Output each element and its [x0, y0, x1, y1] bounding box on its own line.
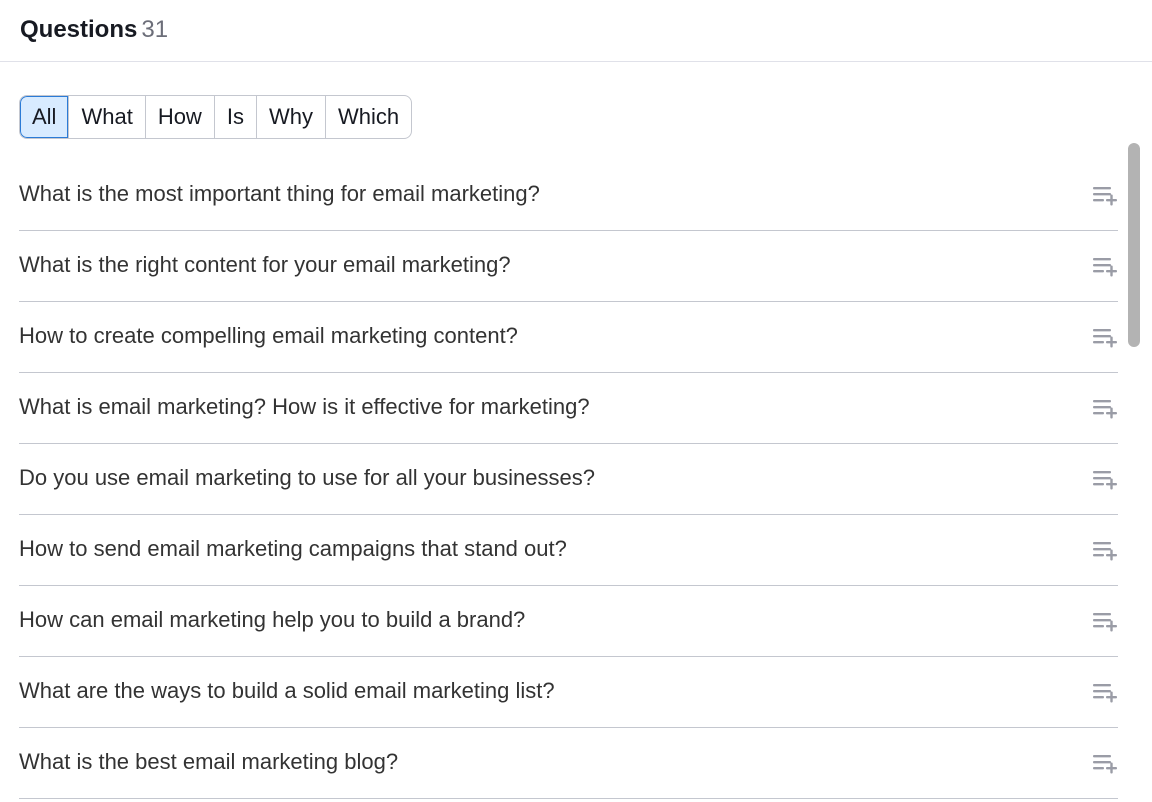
add-to-list-icon[interactable] [1092, 752, 1118, 774]
question-row: What is the right content for your email… [19, 231, 1118, 302]
tab-why[interactable]: Why [255, 96, 325, 138]
add-to-list-icon[interactable] [1092, 681, 1118, 703]
question-text: How can email marketing help you to buil… [19, 607, 526, 632]
add-to-list-icon[interactable] [1092, 326, 1118, 348]
question-row: What is the most important thing for ema… [19, 160, 1118, 231]
question-row: How to send email marketing campaigns th… [19, 515, 1118, 586]
question-row: Do you use email marketing to use for al… [19, 444, 1118, 515]
add-to-list-icon[interactable] [1092, 539, 1118, 561]
question-row: How can email marketing help you to buil… [19, 586, 1118, 657]
question-row: What are the ways to build a solid email… [19, 657, 1118, 728]
tab-how[interactable]: How [144, 96, 214, 138]
question-row: How to create compelling email marketing… [19, 302, 1118, 373]
question-text: How to create compelling email marketing… [19, 323, 518, 348]
panel-header: Questions 31 [0, 0, 1152, 62]
add-to-list-icon[interactable] [1092, 468, 1118, 490]
add-to-list-icon[interactable] [1092, 184, 1118, 206]
question-text: What is the best email marketing blog? [19, 749, 399, 774]
panel-title: Questions [20, 16, 138, 43]
question-text: Do you use email marketing to use for al… [19, 465, 595, 490]
question-row: What is email marketing? How is it effec… [19, 373, 1118, 444]
question-count: 31 [141, 16, 169, 43]
add-to-list-icon[interactable] [1092, 255, 1118, 277]
question-text: What is the right content for your email… [19, 252, 511, 277]
tab-which[interactable]: Which [324, 96, 411, 138]
question-text: What are the ways to build a solid email… [19, 678, 555, 703]
question-list: What is the most important thing for ema… [19, 160, 1118, 799]
add-to-list-icon[interactable] [1092, 610, 1118, 632]
question-text: What is email marketing? How is it effec… [19, 394, 590, 419]
question-text: How to send email marketing campaigns th… [19, 536, 567, 561]
tab-what[interactable]: What [68, 96, 144, 138]
scrollbar-thumb[interactable] [1128, 143, 1140, 347]
tab-is[interactable]: Is [213, 96, 256, 138]
question-row: What is the best email marketing blog? [19, 728, 1118, 799]
tab-all[interactable]: All [20, 96, 69, 138]
question-text: What is the most important thing for ema… [19, 181, 540, 206]
add-to-list-icon[interactable] [1092, 397, 1118, 419]
question-filter-tabs: All What How Is Why Which [19, 95, 413, 139]
